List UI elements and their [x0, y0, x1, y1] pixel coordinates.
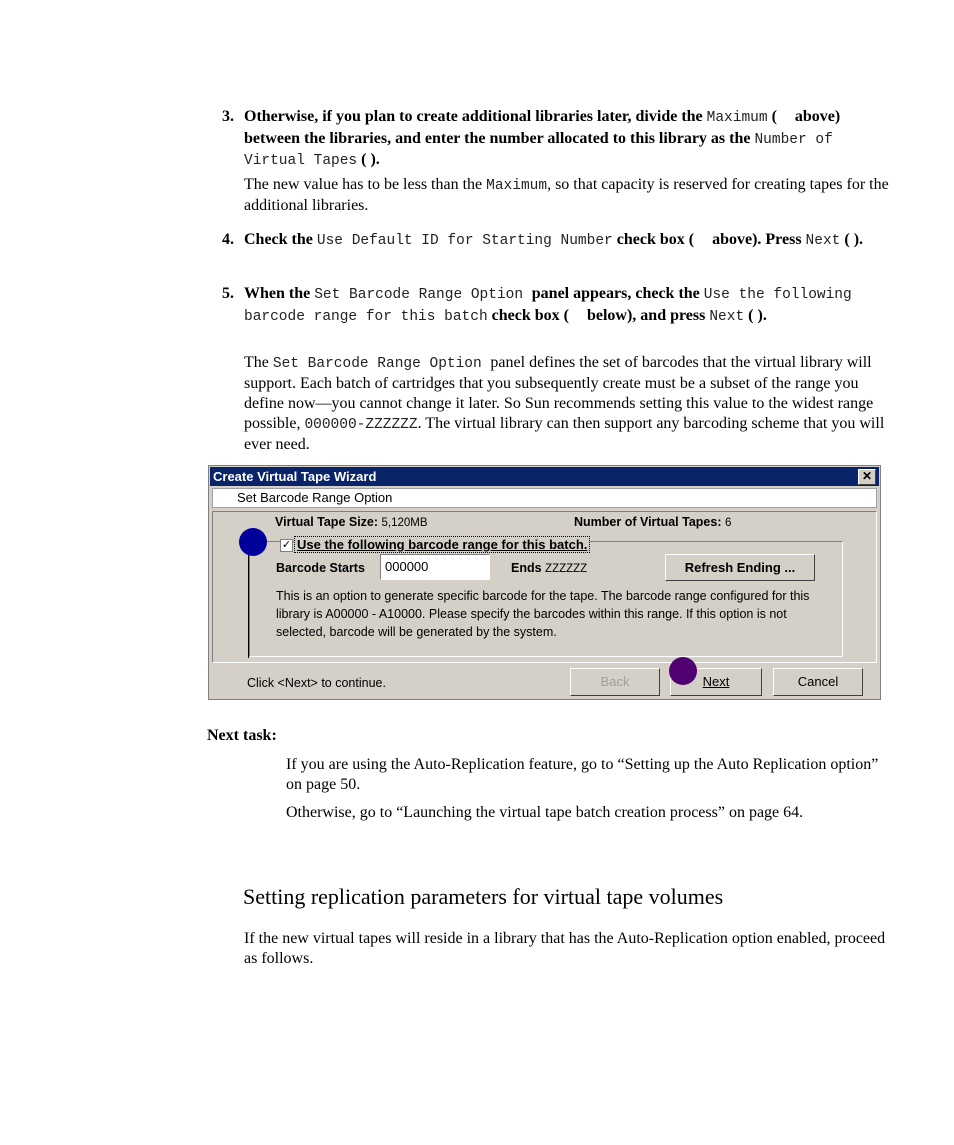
tape-size-label: Virtual Tape Size: — [275, 515, 379, 529]
back-button[interactable]: Back — [570, 668, 660, 696]
ends-label: Ends — [511, 561, 542, 575]
code-text: 000000-ZZZZZZ — [304, 417, 418, 433]
cancel-button[interactable]: Cancel — [773, 668, 863, 696]
dialog-title-bar: Create Virtual Tape Wizard ✕ — [210, 467, 879, 486]
dialog-title: Create Virtual Tape Wizard — [213, 469, 377, 484]
help-text: This is an option to generate specific b… — [276, 589, 810, 639]
step-4: 4. Check the Use Default ID for Starting… — [222, 230, 887, 252]
step-3: 3. Otherwise, if you plan to create addi… — [222, 107, 887, 172]
step-3-note: The new value has to be less than the Ma… — [244, 175, 889, 216]
step-instruction: When the Set Barcode Range Option panel … — [244, 284, 887, 327]
close-icon[interactable]: ✕ — [858, 469, 876, 485]
barcode-range-checkbox[interactable]: ✓ — [280, 539, 293, 552]
text-run: below), and press — [582, 306, 710, 324]
status-text: Click <Next> to continue. — [247, 676, 386, 690]
step-5-note: The Set Barcode Range Option panel defin… — [244, 353, 889, 455]
code-text: Set Barcode Range Option — [314, 287, 532, 303]
step-instruction: Check the Use Default ID for Starting Nu… — [244, 230, 887, 252]
callout-marker-checkbox — [239, 528, 267, 556]
text-run: above). Press — [708, 231, 806, 248]
code-text: Next — [805, 233, 841, 249]
num-tapes-value: 6 — [724, 517, 732, 529]
callout-leader-line — [248, 552, 249, 658]
next-task-heading: Next task: — [207, 727, 277, 744]
text-run: panel appears, check the — [531, 285, 704, 302]
text-run: check box ( — [487, 306, 573, 324]
code-text: Use Default ID for Starting Number — [316, 233, 613, 249]
step-number: 4. — [222, 231, 234, 248]
text-run: ( ). — [744, 306, 767, 324]
step-number: 5. — [222, 285, 234, 302]
step-number: 3. — [222, 108, 234, 125]
text-run: Check the — [244, 231, 317, 248]
next-task-item: If you are using the Auto-Replication fe… — [286, 756, 879, 793]
text-run: When the — [244, 285, 315, 302]
text-run: check box ( — [612, 231, 699, 248]
barcode-range-panel: Virtual Tape Size: 5,120MB Number of Vir… — [212, 511, 877, 663]
code-text: Set Barcode Range Option — [272, 356, 491, 372]
callout-marker-next — [669, 657, 697, 685]
num-tapes-label: Number of Virtual Tapes: — [574, 515, 722, 529]
ends-field: Ends ZZZZZZ — [511, 561, 587, 575]
text-run: The — [244, 354, 273, 371]
text-run: Otherwise, if you plan to create additio… — [244, 108, 707, 125]
text-run: ( ). — [840, 231, 864, 248]
barcode-starts-label: Barcode Starts — [276, 561, 365, 575]
step-instruction: Otherwise, if you plan to create additio… — [244, 107, 887, 172]
text-run: The new value has to be less than the — [244, 176, 487, 193]
code-text: Next — [709, 308, 745, 325]
code-text: Maximum — [706, 110, 768, 126]
ends-value: ZZZZZZ — [545, 563, 588, 575]
tape-size-value: 5,120MB — [381, 517, 428, 529]
barcode-starts-input[interactable]: 000000 — [380, 554, 490, 580]
step-5: 5. When the Set Barcode Range Option pan… — [222, 284, 887, 327]
tape-size-field: Virtual Tape Size: 5,120MB — [275, 515, 428, 529]
text-run: ( — [767, 108, 781, 125]
text-run: ( ). — [357, 151, 380, 168]
barcode-range-checkbox-label[interactable]: Use the following barcode range for this… — [294, 536, 591, 553]
refresh-ending-button[interactable]: Refresh Ending ... — [665, 554, 815, 581]
create-virtual-tape-wizard-dialog: Create Virtual Tape Wizard ✕ Set Barcode… — [208, 465, 881, 700]
code-text: Maximum — [486, 178, 548, 194]
num-tapes-field: Number of Virtual Tapes: 6 — [574, 515, 731, 529]
next-task-item: Otherwise, go to “Launching the virtual … — [286, 804, 804, 821]
section-intro: If the new virtual tapes will reside in … — [244, 930, 886, 967]
wizard-step-header: Set Barcode Range Option — [212, 488, 877, 508]
section-heading: Setting replication parameters for virtu… — [243, 884, 724, 909]
